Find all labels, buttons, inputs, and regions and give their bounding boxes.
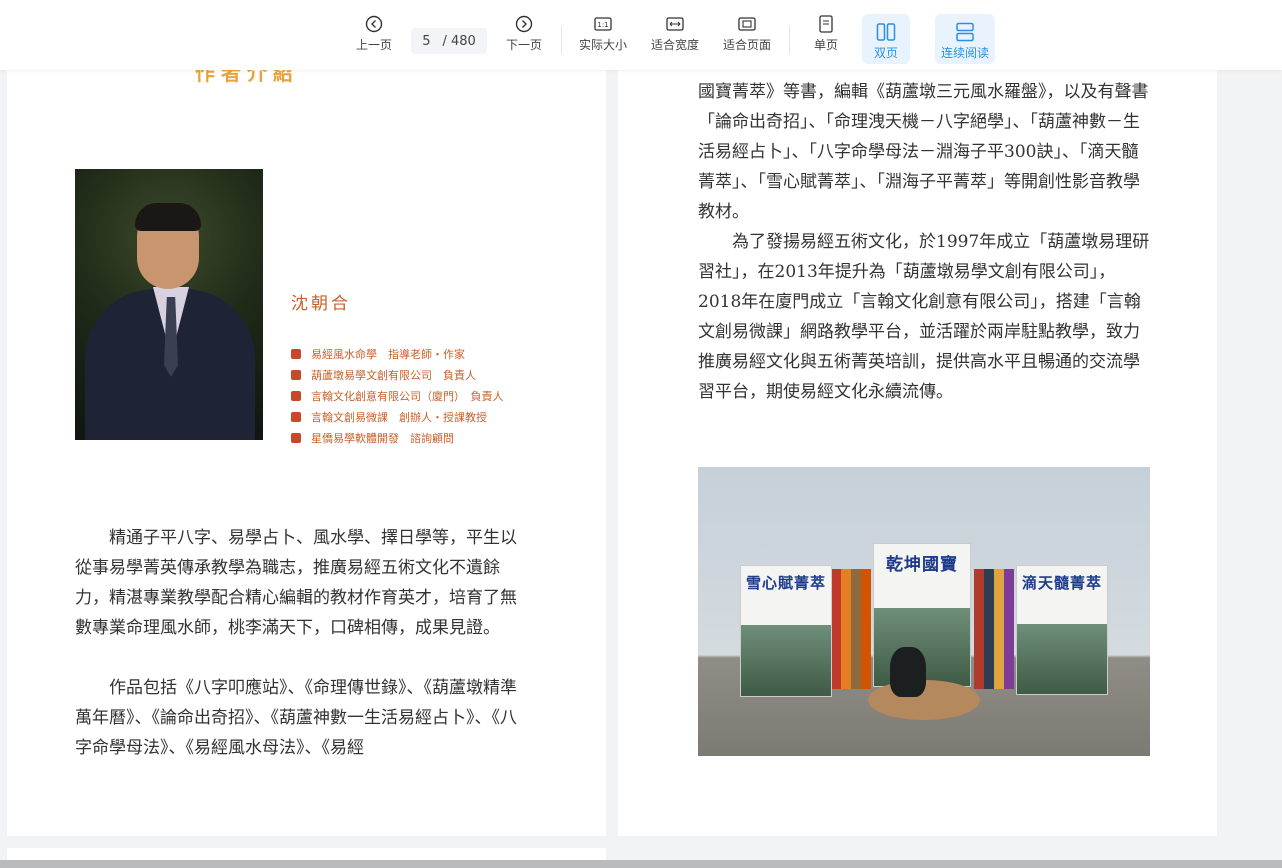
continuous-read-button[interactable]: 连续阅读 [935, 14, 995, 64]
reader-toolbar: 上一页 5 / 480 下一页 1:1 实际大小 适合宽度 适合页面 单页 双页… [0, 0, 1282, 70]
chevron-right-circle-icon [514, 14, 534, 34]
toolbar-divider [561, 26, 562, 54]
actual-size-label: 实际大小 [578, 38, 627, 52]
credential-text: 星僑易學軟體開發 諮詢顧問 [311, 431, 454, 445]
actual-size-icon-text: 1:1 [597, 21, 608, 29]
book-cover: 雪心賦菁萃 [740, 565, 832, 697]
credential-text: 易經風水命學 指導老師・作家 [311, 347, 465, 361]
single-page-button[interactable]: 单页 [806, 14, 846, 64]
prev-page-label: 上一页 [355, 38, 392, 52]
current-page: 5 [422, 33, 431, 49]
books-photo: 雪心賦菁萃 乾坤國寶 滴天髓菁萃 [698, 467, 1150, 756]
fit-page-button[interactable]: 适合页面 [720, 14, 774, 64]
author-name: 沈朝合 [291, 294, 351, 314]
credential-item: 易經風水命學 指導老師・作家 [291, 343, 504, 364]
actual-size-icon: 1:1 [593, 14, 613, 34]
credential-item: 言翰文創易微課 創辦人・授課教授 [291, 406, 504, 427]
credential-text: 葫蘆墩易學文創有限公司 負責人 [311, 368, 476, 382]
credential-item: 星僑易學軟體開發 諮詢顧問 [291, 427, 504, 448]
book-title: 雪心賦菁萃 [745, 574, 826, 592]
double-page-button[interactable]: 双页 [862, 14, 910, 64]
credential-text: 言翰文創易微課 創辦人・授課教授 [311, 410, 487, 424]
chevron-left-circle-icon [364, 14, 384, 34]
author-photo [75, 169, 263, 440]
credential-item: 葫蘆墩易學文創有限公司 負責人 [291, 364, 504, 385]
total-pages: / 480 [442, 33, 476, 49]
continuous-read-icon [955, 22, 975, 42]
fit-width-icon [665, 14, 685, 34]
body-paragraph: 精通子平八字、易學占卜、風水學、擇日學等，平生以從事易學菁英傳承教學為職志，推廣… [75, 528, 517, 638]
bullet-icon [291, 369, 301, 380]
horizontal-scrollbar[interactable] [0, 860, 1282, 868]
next-page-button[interactable]: 下一页 [503, 14, 545, 64]
fit-width-label: 适合宽度 [650, 38, 699, 52]
prev-page-button[interactable]: 上一页 [353, 14, 395, 64]
continuous-read-label: 连续阅读 [940, 46, 989, 60]
book-title: 滴天髓菁萃 [1021, 574, 1102, 592]
fit-page-icon [737, 14, 757, 34]
author-credentials-list: 易經風水命學 指導老師・作家 葫蘆墩易學文創有限公司 負責人 言翰文化創意有限公… [291, 343, 504, 448]
body-paragraph: 為了發揚易經五術文化，於1997年成立「葫蘆墩易理研習社」，在2013年提升為「… [698, 232, 1150, 402]
bullet-icon [291, 348, 301, 359]
toolbar-divider [789, 26, 790, 54]
book-cover: 滴天髓菁萃 [1016, 565, 1108, 695]
actual-size-button[interactable]: 1:1 实际大小 [576, 14, 630, 64]
single-page-label: 单页 [813, 38, 838, 52]
body-paragraph: 國寶菁萃》等書，編輯《葫蘆墩三元風水羅盤》，以及有聲書「論命出奇招」、「命理洩天… [698, 82, 1149, 222]
bullet-icon [291, 432, 301, 443]
credential-item: 言翰文化創意有限公司（廈門） 負責人 [291, 385, 504, 406]
page-number-input[interactable]: 5 / 480 [411, 28, 487, 54]
next-page-label: 下一页 [505, 38, 542, 52]
body-paragraph: 作品包括《八字叩應站》、《命理傳世錄》、《葫蘆墩精準萬年曆》、《論命出奇招》、《… [75, 678, 517, 758]
fit-width-button[interactable]: 适合宽度 [648, 14, 702, 64]
fit-page-label: 适合页面 [722, 38, 771, 52]
single-page-icon [816, 14, 836, 34]
credential-text: 言翰文化創意有限公司（廈門） 負責人 [311, 389, 504, 403]
bullet-icon [291, 390, 301, 401]
book-title: 乾坤國寶 [886, 555, 958, 575]
double-page-icon [876, 22, 896, 42]
double-page-label: 双页 [873, 46, 898, 60]
bullet-icon [291, 411, 301, 422]
